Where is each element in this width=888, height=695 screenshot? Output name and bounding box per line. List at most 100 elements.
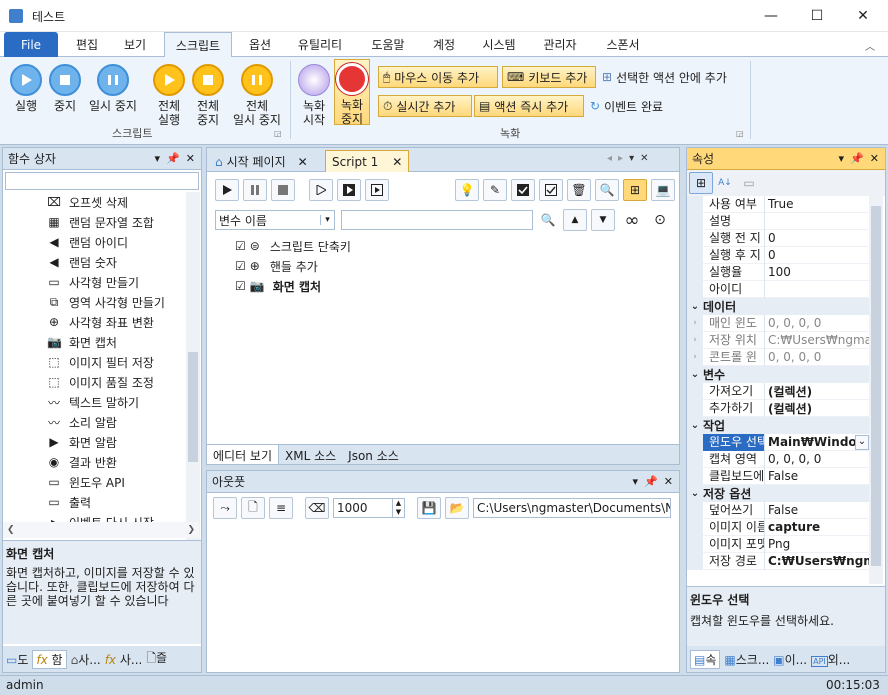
tab-script-1[interactable]: Script 1 ✕ bbox=[325, 150, 409, 172]
property-row[interactable]: 실행율 100 bbox=[687, 263, 869, 281]
group-expand-icon[interactable]: ◲ bbox=[274, 129, 282, 138]
pin-icon[interactable]: 📌 bbox=[166, 152, 180, 165]
tab-admin[interactable]: 관리자 bbox=[534, 32, 586, 57]
property-value[interactable]: capture bbox=[765, 520, 869, 534]
function-item[interactable]: ▶ 화면 알람 bbox=[3, 432, 185, 452]
tree-view-icon[interactable]: ⊞ bbox=[623, 179, 647, 201]
tab-bottom-1[interactable]: fx 함 bbox=[32, 649, 67, 669]
bulb-icon[interactable]: 💡 bbox=[455, 179, 479, 201]
function-item[interactable]: ⊕ 사각형 좌표 변환 bbox=[3, 312, 185, 332]
step-play-icon[interactable] bbox=[309, 179, 333, 201]
property-pages-icon[interactable]: ▭ bbox=[737, 172, 761, 194]
property-value[interactable]: 0 bbox=[765, 248, 869, 262]
count-stepper[interactable]: 1000 ▲ ▼ bbox=[333, 498, 405, 518]
checkbox-icon[interactable]: ☑ bbox=[235, 279, 246, 293]
maximize-button[interactable]: ☐ bbox=[794, 0, 840, 32]
chevron-down-icon[interactable]: ▾ bbox=[320, 215, 334, 225]
laptop-icon[interactable]: 💻 bbox=[651, 179, 675, 201]
pause-all-button[interactable]: 전체 일시 중지 bbox=[228, 61, 286, 127]
function-item[interactable]: 〰 소리 알람 bbox=[3, 412, 185, 432]
tab-next-icon[interactable]: ▸ bbox=[618, 153, 623, 164]
check-all-icon[interactable] bbox=[511, 179, 535, 201]
tab-props-0[interactable]: ▤속 bbox=[690, 649, 721, 669]
function-item[interactable]: ▦ 랜덤 문자열 조합 bbox=[3, 212, 185, 232]
property-row[interactable]: 저장 경로 C:₩Users₩ngm bbox=[687, 552, 869, 570]
function-item[interactable]: ◀ 랜덤 아이디 bbox=[3, 232, 185, 252]
property-value[interactable]: True bbox=[765, 197, 869, 211]
tree-item[interactable]: ☑ 📷 화면 캡처 bbox=[235, 276, 351, 296]
tab-script[interactable]: 스크립트 bbox=[164, 32, 232, 57]
property-row[interactable]: 가져오기 (컬렉션) bbox=[687, 382, 869, 400]
stop-button[interactable]: 중지 bbox=[48, 61, 82, 125]
property-value[interactable]: (컬렉션) bbox=[765, 383, 869, 400]
function-item[interactable]: ⬚ 이미지 필터 저장 bbox=[3, 352, 185, 372]
function-list-scrollbar[interactable] bbox=[186, 192, 200, 572]
tab-view[interactable]: 보기 bbox=[112, 32, 158, 57]
var-search-icon[interactable]: 🔍 bbox=[537, 209, 559, 231]
property-row[interactable]: 아이디 bbox=[687, 280, 869, 298]
property-category[interactable]: ⌄ 데이터 bbox=[687, 298, 869, 315]
property-value[interactable]: False bbox=[765, 503, 869, 517]
minimize-button[interactable]: — bbox=[748, 0, 794, 32]
close-icon[interactable]: ✕ bbox=[186, 152, 195, 165]
collapse-icon[interactable]: ⌄ bbox=[687, 301, 703, 312]
tab-bottom-0[interactable]: ▭도 bbox=[6, 651, 28, 668]
tab-start-page[interactable]: ⌂ 시작 페이지 ✕ bbox=[211, 151, 323, 172]
add-action-now-button[interactable]: ▤ 액션 즉시 추가 bbox=[474, 95, 584, 117]
checkbox-icon[interactable] bbox=[539, 179, 563, 201]
property-row[interactable]: 이미지 이름 capture bbox=[687, 518, 869, 536]
function-item[interactable]: ◀ 랜덤 숫자 bbox=[3, 252, 185, 272]
tab-bottom-3[interactable]: fx 사... bbox=[105, 651, 143, 668]
pause-button[interactable] bbox=[243, 179, 267, 201]
close-icon[interactable]: ✕ bbox=[870, 152, 879, 165]
tab-json-source[interactable]: Json 소스 bbox=[342, 445, 405, 464]
property-row[interactable]: 설명 bbox=[687, 212, 869, 230]
function-item[interactable]: ▭ 출력 bbox=[3, 492, 185, 512]
property-category[interactable]: ⌄ 저장 옵션 bbox=[687, 485, 869, 502]
close-tab-icon[interactable]: ✕ bbox=[298, 155, 308, 169]
scroll-left-icon[interactable]: ❮ bbox=[7, 525, 15, 535]
checkbox-icon[interactable]: ☑ bbox=[235, 259, 246, 273]
var-input[interactable] bbox=[341, 210, 533, 230]
function-item[interactable]: 📷 화면 캡처 bbox=[3, 332, 185, 352]
property-scrollbar[interactable] bbox=[869, 196, 883, 584]
record-stop-button[interactable]: 녹화 중지 bbox=[334, 59, 370, 126]
scroll-thumb[interactable] bbox=[188, 352, 198, 462]
function-item[interactable]: ⧉ 영역 사각형 만들기 bbox=[3, 292, 185, 312]
tree-item[interactable]: ☑ ⊕ 핸들 추가 bbox=[235, 256, 351, 276]
new-doc-icon[interactable]: 🗋 bbox=[241, 497, 265, 519]
collapse-ribbon-icon[interactable]: ︿ bbox=[862, 37, 878, 53]
run-button[interactable]: 실행 bbox=[6, 61, 46, 125]
property-row[interactable]: 클립보드에 False bbox=[687, 467, 869, 485]
dropdown-icon[interactable]: ▾ bbox=[155, 152, 161, 165]
close-icon[interactable]: ✕ bbox=[664, 475, 673, 488]
add-mouse-move-button[interactable]: 🖱 마우스 이동 추가 bbox=[378, 66, 498, 88]
checkbox-icon[interactable]: ☑ bbox=[235, 239, 246, 253]
tab-system[interactable]: 시스템 bbox=[474, 32, 524, 57]
function-item[interactable]: ◉ 결과 반환 bbox=[3, 452, 185, 472]
record-start-button[interactable]: 녹화 시작 bbox=[296, 61, 332, 127]
property-value[interactable]: (컬렉션) bbox=[765, 400, 869, 417]
open-folder-icon[interactable]: 📂 bbox=[445, 497, 469, 519]
close-editor-icon[interactable]: ✕ bbox=[640, 153, 648, 164]
collapse-icon[interactable]: ⌄ bbox=[687, 420, 703, 431]
collapse-icon[interactable]: ⌄ bbox=[687, 369, 703, 380]
tab-props-1[interactable]: ▦스크... bbox=[724, 651, 769, 668]
chevron-down-icon[interactable]: ⌄ bbox=[855, 434, 869, 450]
delete-icon[interactable]: 🗑 bbox=[567, 179, 591, 201]
tab-props-3[interactable]: API 외... bbox=[811, 651, 850, 668]
move-up-icon[interactable]: ▲ bbox=[563, 209, 587, 231]
property-value[interactable]: 0, 0, 0, 0 bbox=[765, 452, 869, 466]
scroll-down-icon[interactable]: ❯ bbox=[187, 525, 195, 535]
property-value[interactable]: C:₩Users₩ngma bbox=[765, 333, 869, 347]
property-row[interactable]: 이미지 포맷 Png bbox=[687, 535, 869, 553]
lines-icon[interactable]: ≡ bbox=[269, 497, 293, 519]
tab-options[interactable]: 옵션 bbox=[238, 32, 282, 57]
tab-editor-view[interactable]: 에디터 보기 bbox=[207, 445, 280, 464]
run-selected-icon[interactable] bbox=[337, 179, 361, 201]
tab-bottom-2[interactable]: ⌂사... bbox=[71, 651, 101, 668]
eraser-icon[interactable]: ⌫ bbox=[305, 497, 329, 519]
function-search-input[interactable] bbox=[5, 172, 199, 190]
property-category[interactable]: ⌄ 변수 bbox=[687, 366, 869, 383]
play-button[interactable] bbox=[215, 179, 239, 201]
